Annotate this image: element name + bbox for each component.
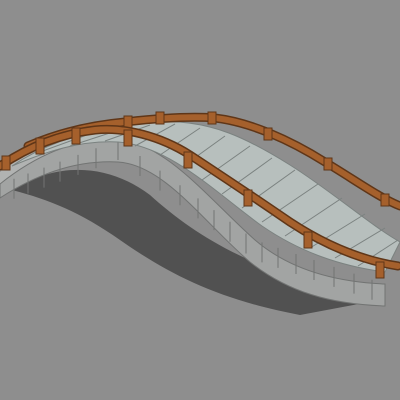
near-post xyxy=(1,155,11,171)
near-post xyxy=(375,261,385,279)
far-post xyxy=(123,115,133,129)
near-post xyxy=(123,129,133,147)
far-post xyxy=(323,157,333,171)
near-post xyxy=(183,151,193,169)
bridge-scene xyxy=(0,0,400,400)
far-post xyxy=(380,193,390,207)
far-post xyxy=(263,127,273,141)
far-post xyxy=(155,111,165,125)
far-post xyxy=(207,111,217,125)
near-post xyxy=(243,189,253,207)
near-post xyxy=(35,137,45,155)
near-post xyxy=(303,231,313,249)
near-post xyxy=(71,127,81,145)
